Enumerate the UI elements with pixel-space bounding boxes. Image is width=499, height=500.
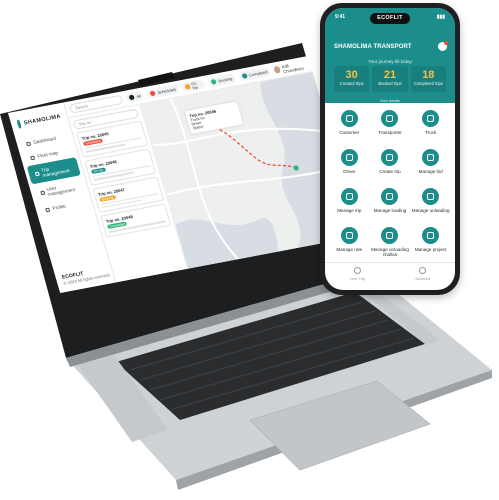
dot-icon — [184, 83, 191, 90]
users-icon — [40, 190, 45, 196]
mobile-app-screen: 9:41 ▮▮▮ ECOFLIT SHAMOLIMA TRANSPORT You… — [325, 8, 455, 290]
tile-manage-rate[interactable]: Manage rate — [329, 227, 370, 258]
chip-label: Booking — [217, 76, 233, 83]
filter-chip-booking[interactable]: Booking — [207, 73, 237, 88]
filter-chip-all[interactable]: All — [125, 90, 145, 103]
tab-label: Live Trip — [350, 275, 366, 281]
tile-label: Manage project — [414, 247, 447, 252]
tab-label: Account — [415, 275, 430, 281]
nav-label: User management — [45, 185, 76, 198]
tile-label: Manage bid — [418, 169, 443, 174]
filter-chip-on-trip[interactable]: On trip — [181, 79, 206, 93]
dot-icon — [149, 90, 157, 97]
tile-manage-project[interactable]: Manage project — [410, 227, 451, 258]
filter-chip-completed[interactable]: Completed — [237, 66, 272, 82]
phone-mockup: 9:41 ▮▮▮ ECOFLIT SHAMOLIMA TRANSPORT You… — [320, 3, 460, 295]
dashboard-icon — [25, 141, 32, 146]
stat-label: Completed trips — [413, 81, 443, 86]
stat-value: 18 — [422, 69, 435, 81]
dot-icon — [241, 72, 248, 79]
stat-created-trips[interactable]: 30 Created trips — [334, 66, 370, 92]
live-signal-icon — [354, 266, 362, 274]
trip-stats: 30 Created trips 21 Booked trips 18 Comp… — [334, 66, 446, 92]
nav-label: Fleet map — [36, 150, 59, 159]
tile-manage-unloading[interactable]: Manage unloading — [410, 188, 451, 219]
web-logo-text: SHAMOLIMA — [23, 113, 62, 127]
notification-bell-icon[interactable] — [438, 41, 448, 51]
truck-icon — [34, 171, 40, 177]
truck-icon — [422, 110, 440, 127]
web-brand-footer: ECOFLIT © 2024 All rights reserved — [61, 266, 110, 286]
tile-label: Transporter — [378, 130, 402, 135]
tile-create-trip[interactable]: Create trip — [370, 149, 411, 180]
feature-grid: Customer Transporter Truck Driver Create… — [329, 110, 451, 258]
trip-icon — [340, 188, 358, 205]
nav-label: Trip management — [40, 166, 71, 179]
map-icon — [29, 155, 36, 160]
rate-icon — [340, 227, 358, 244]
stat-value: 30 — [345, 69, 358, 81]
status-time: 9:41 — [335, 14, 346, 20]
create-trip-icon — [381, 149, 399, 166]
tile-customer[interactable]: Customer — [329, 110, 370, 141]
stat-value: 21 — [383, 69, 397, 81]
tile-transporter[interactable]: Transporter — [370, 110, 411, 141]
stat-label: Created trips — [339, 81, 364, 86]
tile-truck[interactable]: Truck — [410, 110, 451, 141]
profile-icon — [44, 207, 51, 212]
stat-completed-trips[interactable]: 18 Completed trips — [410, 66, 446, 92]
tile-label: Customer — [339, 130, 360, 135]
tile-manage-bid[interactable]: Manage bid — [410, 149, 451, 180]
stat-booked-trips[interactable]: 21 Booked trips — [372, 66, 408, 92]
tile-label: Manage rate — [336, 247, 363, 252]
filter-chip-scheduled[interactable]: Scheduled — [146, 83, 180, 99]
challan-icon — [381, 227, 399, 244]
unloading-icon — [422, 188, 440, 205]
tile-manage-loading[interactable]: Manage loading — [370, 188, 411, 219]
tile-label: Create trip — [379, 169, 401, 174]
logo-icon — [16, 119, 23, 129]
tile-label: Manage unloading challan — [371, 247, 409, 258]
project-icon — [422, 227, 440, 244]
tile-label: Driver — [343, 169, 356, 174]
tile-driver[interactable]: Driver — [329, 149, 370, 180]
tile-label: Manage trip — [337, 208, 362, 213]
product-mockup: SHAMOLIMA Dashboard Fleet map Trip manag… — [0, 0, 499, 500]
dynamic-island-brand: ECOFLIT — [370, 13, 410, 24]
customer-icon — [340, 110, 358, 127]
user-name: Adil Chowdhury — [280, 62, 305, 74]
dot-icon — [210, 78, 218, 85]
tab-live-trip[interactable]: Live Trip — [350, 266, 366, 281]
nav-label: Profile — [51, 203, 67, 211]
chip-label: Completed — [248, 69, 269, 78]
nav-label: Dashboard — [32, 135, 57, 145]
dot-icon — [128, 94, 136, 101]
tile-label: Truck — [425, 130, 437, 135]
battery-icon: ▮▮▮ — [436, 14, 445, 20]
chip-label: All — [135, 93, 142, 99]
account-icon — [419, 266, 427, 274]
tile-manage-unloading-challan[interactable]: Manage unloading challan — [370, 227, 411, 258]
company-title: SHAMOLIMA TRANSPORT — [334, 43, 412, 50]
view-details-link[interactable]: View details — [325, 99, 455, 103]
chip-label: On trip — [190, 81, 199, 90]
tile-label: Manage loading — [373, 208, 407, 213]
bid-icon — [422, 149, 440, 166]
tab-account[interactable]: Account — [415, 266, 430, 281]
transporter-icon — [381, 110, 399, 127]
stat-label: Booked trips — [378, 81, 402, 86]
chip-label: Scheduled — [157, 87, 177, 95]
tile-label: Manage unloading — [411, 208, 450, 213]
app-header: SHAMOLIMA TRANSPORT — [334, 41, 448, 51]
avatar — [273, 65, 282, 74]
driver-icon — [340, 149, 358, 166]
loading-icon — [381, 188, 399, 205]
journey-subtitle: Your journey till today — [368, 59, 412, 64]
bottom-tab-bar: Live Trip Account — [325, 262, 455, 284]
tile-manage-trip[interactable]: Manage trip — [329, 188, 370, 219]
